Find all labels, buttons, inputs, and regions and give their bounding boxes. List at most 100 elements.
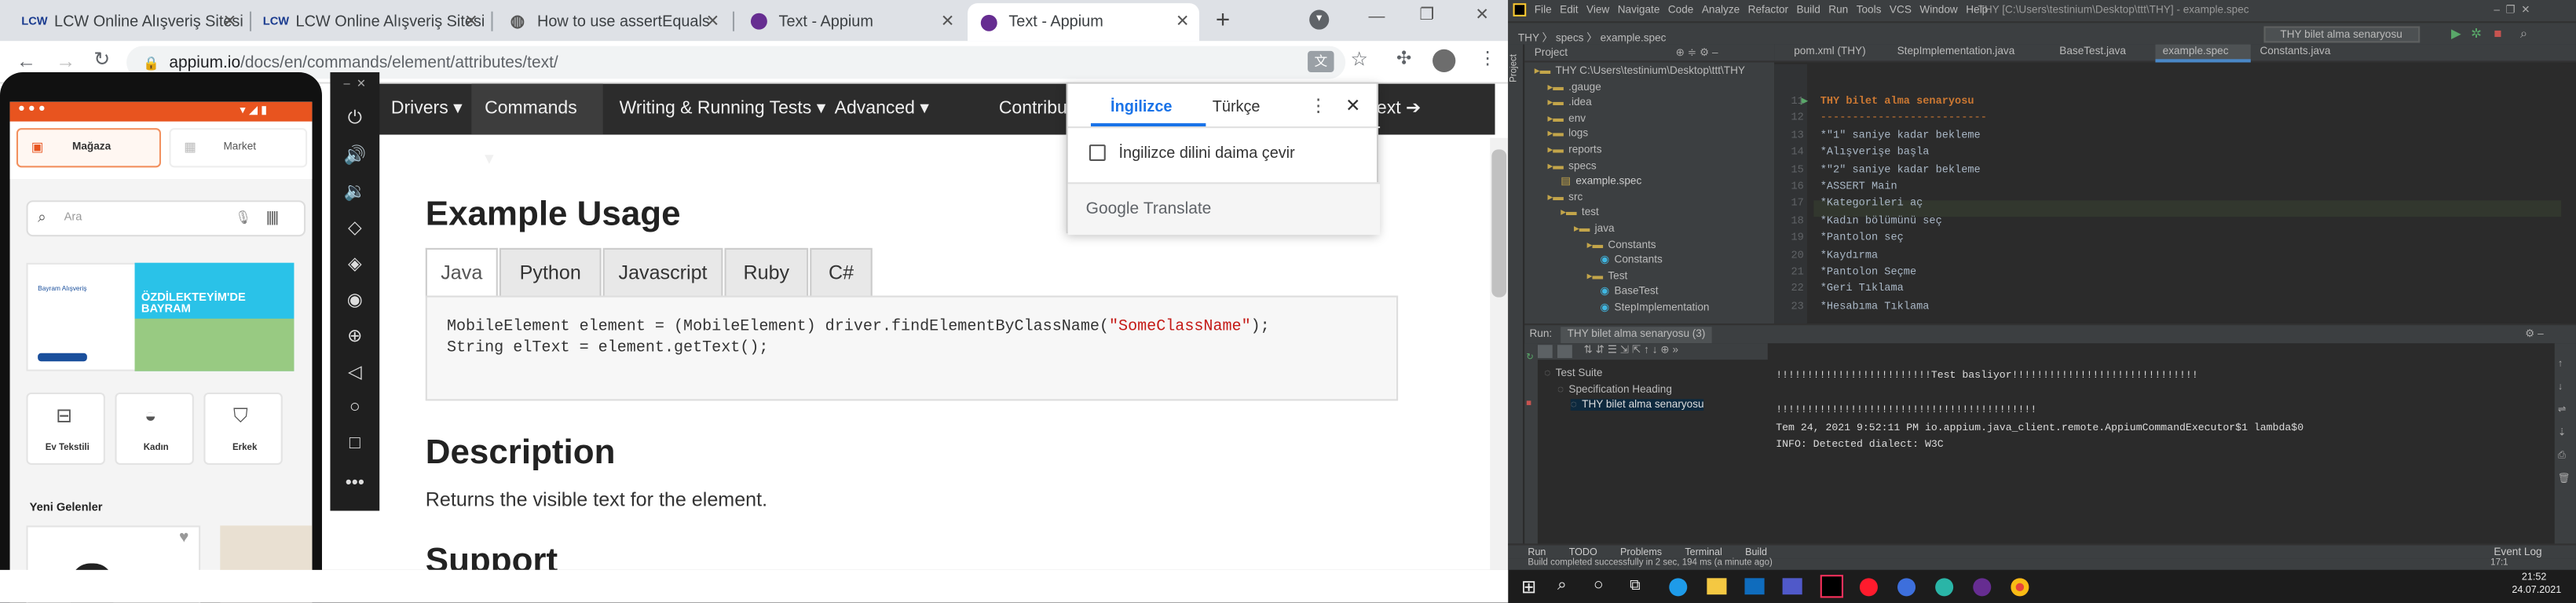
editor-scrollbar[interactable] (2561, 64, 2576, 324)
nav-advanced[interactable]: Advanced ▾ (821, 84, 942, 135)
volume-up-icon[interactable]: 🔊 (330, 144, 379, 166)
close-icon[interactable]: ✕ (1345, 95, 1360, 116)
tree-node[interactable]: ◉ StepImplementation (1524, 301, 1774, 316)
translate-tab-to[interactable]: Türkçe (1213, 99, 1261, 117)
rotate-right-icon[interactable]: ◈ (330, 253, 379, 274)
project-tool-button[interactable]: Project (1509, 54, 1520, 82)
menu-view[interactable]: View (1586, 5, 1609, 16)
bottom-tab-terminal[interactable]: Terminal (1685, 549, 1722, 559)
chrome-icon[interactable] (2011, 578, 2029, 597)
close-icon[interactable]: ✕ (1176, 13, 1190, 31)
tree-node[interactable]: ▸▬ Constants (1524, 237, 1774, 252)
rerun-icon[interactable]: ↻ (1526, 353, 1534, 364)
menu-analyze[interactable]: Analyze (1702, 5, 1740, 16)
menu-refactor[interactable]: Refactor (1748, 5, 1788, 16)
bottom-tab-build[interactable]: Build (1745, 549, 1767, 559)
menu-code[interactable]: Code (1668, 5, 1694, 16)
tree-node[interactable]: ▸▬ logs (1524, 127, 1774, 142)
event-log-button[interactable]: Event Log (2494, 547, 2541, 559)
volume-down-icon[interactable]: 🔉 (330, 181, 379, 202)
debug-icon[interactable]: ✲ (2471, 26, 2482, 41)
test-tree-node[interactable]: ◌ Test Suite (1544, 368, 1602, 380)
browser-tab[interactable]: Text - Appium ✕ (737, 5, 964, 38)
tree-node[interactable]: ▸▬ THY C:\Users\testinium\Desktop\ttt\THY (1524, 64, 1774, 79)
editor-tab[interactable]: example.spec (2156, 44, 2250, 63)
close-window-icon[interactable]: ✕ (1475, 6, 1489, 24)
panel-actions[interactable]: ⊕ ≑ ⚙ – (1676, 46, 1718, 60)
close-icon[interactable]: ✕ (464, 13, 478, 31)
banner-small[interactable]: Bayram Alışveriş (26, 262, 145, 371)
run-config-select[interactable]: THY bilet alma senaryosu (3) (2263, 26, 2420, 56)
close-icon[interactable]: ✕ (941, 13, 955, 31)
browser-tab[interactable]: LCW LCW Online Alışveriş Sitesi ✕ (254, 5, 488, 38)
tree-node[interactable]: ▸▬ src (1524, 190, 1774, 205)
menu-build[interactable]: Build (1797, 5, 1820, 16)
tree-node[interactable]: ▸▬ reports (1524, 143, 1774, 158)
menu-vcs[interactable]: VCS (1890, 5, 1912, 16)
appium-taskbar-icon[interactable] (1973, 578, 1992, 597)
nav-writing-tests[interactable]: Writing & Running Tests ▾ (606, 84, 839, 135)
window-controls[interactable]: – ❐ ✕ (2494, 3, 2530, 16)
teams-icon[interactable] (1782, 578, 1802, 595)
app-icon[interactable] (1897, 578, 1916, 597)
stop-run-icon[interactable]: ■ (1526, 399, 1531, 409)
tree-node[interactable]: ▸▬ specs (1524, 159, 1774, 174)
tab-ruby[interactable]: Ruby (724, 247, 809, 298)
close-icon[interactable]: ✕ (706, 13, 720, 31)
translate-icon[interactable]: 文 (1308, 50, 1334, 73)
file-explorer-icon[interactable] (1707, 578, 1727, 595)
overview-nav-icon[interactable]: □ (330, 433, 379, 453)
run-toolbar-icons[interactable]: ⇅ ⇵ ☰ ⇲ ⇱ ↑ ↓ ⊕ » (1583, 343, 1678, 356)
windows-start-icon[interactable]: ⊞ (1521, 576, 1536, 598)
tree-node[interactable]: ▸▬ Test (1524, 269, 1774, 284)
more-options-icon[interactable]: ⋮ (1309, 95, 1327, 116)
tab-market[interactable]: ▦ Market (169, 128, 308, 168)
opera-icon[interactable] (1859, 578, 1878, 597)
category-card[interactable]: ⛉ Erkek (203, 392, 283, 465)
search-icon[interactable]: ⌕ (2520, 26, 2527, 42)
task-view-icon[interactable]: ⧉ (1630, 576, 1640, 594)
editor-tab[interactable]: Constants.java (2253, 44, 2359, 62)
banner-main[interactable]: ÖZDİLEKTEYİM'DE BAYRAM (134, 262, 295, 371)
tree-node[interactable]: ▸▬ .gauge (1524, 80, 1774, 95)
test-tree-node[interactable]: ◌ Specification Heading (1557, 383, 1672, 395)
nav-drivers[interactable]: Drivers ▾ (378, 84, 475, 135)
mic-icon[interactable]: 🎙 (235, 210, 251, 225)
extensions-icon[interactable]: ✣ (1396, 48, 1411, 69)
browser-tab-active[interactable]: Text - Appium ✕ (968, 3, 1200, 42)
tab-store[interactable]: ▣ Mağaza (16, 128, 161, 168)
tree-node[interactable]: ◉ Constants (1524, 254, 1774, 269)
restore-icon[interactable]: ❐ (1419, 6, 1434, 24)
intellij-taskbar-icon[interactable] (1820, 575, 1843, 598)
menu-file[interactable]: File (1535, 5, 1552, 16)
more-icon[interactable]: ••• (330, 473, 379, 492)
scrollbar-thumb[interactable] (1491, 149, 1507, 298)
tab-csharp[interactable]: C# (810, 247, 873, 298)
test-tree-node[interactable]: ◌ THY bilet alma senaryosu (1570, 399, 1704, 411)
reload-icon[interactable]: ↻ (93, 48, 110, 71)
always-translate-checkbox[interactable] (1089, 144, 1106, 161)
tab-java[interactable]: Java (425, 247, 498, 298)
back-icon[interactable]: ← (16, 49, 36, 72)
run-tab[interactable]: THY bilet alma senaryosu (3) (1561, 327, 1712, 344)
rotate-left-icon[interactable]: ◇ (330, 217, 379, 238)
tab-python[interactable]: Python (499, 247, 602, 298)
nav-commands[interactable]: Commands ▾ (471, 83, 603, 169)
emulator-window-controls[interactable]: – ✕ (330, 77, 379, 90)
bottom-tab-run[interactable]: Run (1528, 549, 1546, 559)
minimize-icon[interactable]: — (1368, 8, 1385, 26)
menu-tools[interactable]: Tools (1857, 5, 1882, 16)
editor-tab[interactable]: BaseTest.java (2053, 44, 2153, 62)
bottom-tab-problems[interactable]: Problems (1620, 549, 1662, 559)
camera-icon[interactable]: ◉ (330, 289, 379, 310)
tree-node[interactable]: ▸▬ java (1524, 221, 1774, 236)
tab-search-icon[interactable]: ▾ (1309, 9, 1330, 30)
menu-navigate[interactable]: Navigate (1618, 5, 1660, 16)
category-card[interactable]: ◒ Kadın (115, 392, 194, 465)
clock-date[interactable]: 24.07.2021 (2512, 587, 2561, 597)
bookmark-star-icon[interactable]: ☆ (1350, 48, 1368, 71)
settings-icon[interactable]: ⚙ – (2525, 327, 2544, 340)
edge-icon[interactable] (1669, 578, 1688, 597)
menu-edit[interactable]: Edit (1560, 5, 1578, 16)
menu-run[interactable]: Run (1828, 5, 1848, 16)
